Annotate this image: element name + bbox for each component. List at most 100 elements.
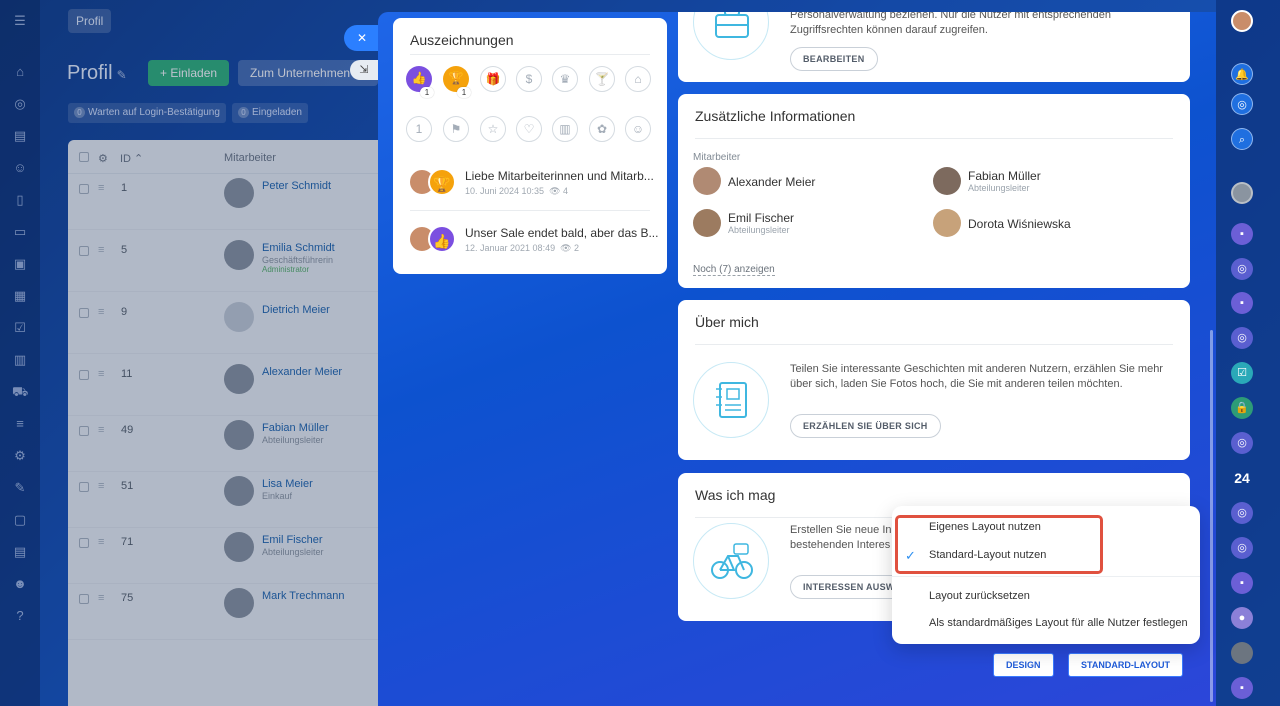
bell-icon[interactable]: 🔔 (1231, 63, 1253, 85)
money-bag-icon[interactable]: $ (516, 66, 542, 92)
employee-name[interactable]: Alexander Meier (262, 366, 342, 378)
edit-pen-icon[interactable]: ✎ (117, 68, 127, 82)
scrollbar[interactable] (1210, 330, 1213, 702)
row-checkbox[interactable] (79, 426, 89, 436)
chat-user-icon[interactable]: ● (1231, 607, 1253, 629)
employee-item[interactable]: Alexander Meier (693, 167, 893, 197)
settings-icon[interactable]: ⚙ (12, 448, 28, 464)
filter-icon[interactable]: ≡ (12, 416, 28, 432)
employee-item[interactable]: Dorota Wiśniewska (933, 209, 1133, 239)
employee-name[interactable]: Fabian Müller (262, 422, 329, 434)
feed-icon[interactable]: ◎ (12, 96, 28, 112)
award-post[interactable]: 🏆 Liebe Mitarbeiterinnen und Mitarb... 1… (408, 164, 668, 204)
cocktail-icon[interactable]: 🍸 (589, 66, 615, 92)
table-row[interactable]: ≡ 49 Fabian Müller Abteilungsleiter (68, 416, 398, 472)
table-row[interactable]: ≡ 51 Lisa Meier Einkauf (68, 472, 398, 528)
cake-icon[interactable]: ⌂ (625, 66, 651, 92)
select-interests-button[interactable]: INTERESSEN AUSW (790, 575, 908, 599)
table-row[interactable]: ≡ 71 Emil Fischer Abteilungsleiter (68, 528, 398, 584)
row-menu-icon[interactable]: ≡ (98, 368, 104, 380)
chat-group-icon[interactable]: ▪ (1231, 292, 1253, 314)
user-avatar[interactable] (1231, 10, 1253, 32)
team-icon[interactable]: ☻ (12, 576, 28, 592)
help-icon[interactable]: ? (12, 608, 28, 624)
employee-name[interactable]: Mark Trechmann (262, 590, 345, 602)
avatar[interactable] (1231, 182, 1253, 204)
filter-invited[interactable]: 0 Eingeladen (231, 103, 308, 123)
chat-copilot-icon[interactable]: ◎ (1231, 327, 1253, 349)
row-menu-icon[interactable]: ≡ (98, 424, 104, 436)
collapse-slider-button[interactable]: ⇲ (350, 60, 378, 80)
employee-name[interactable]: Dorota Wiśniewska (968, 217, 1071, 231)
flag-icon[interactable]: ⚑ (443, 116, 469, 142)
employee-name[interactable]: Lisa Meier (262, 478, 313, 490)
row-menu-icon[interactable]: ≡ (98, 592, 104, 604)
employee-name[interactable]: Emil Fischer (728, 211, 794, 225)
design-button[interactable]: DESIGN (993, 653, 1054, 677)
contacts-icon[interactable]: ☺ (12, 160, 28, 176)
employee-name[interactable]: Dietrich Meier (262, 304, 330, 316)
tasks-chat-icon[interactable]: ☑ (1231, 362, 1253, 384)
analytics-icon[interactable]: ▥ (12, 352, 28, 368)
number-one-icon[interactable]: 1 (406, 116, 432, 142)
flower-icon[interactable]: ✿ (589, 116, 615, 142)
chat-copilot-icon[interactable]: ◎ (1231, 537, 1253, 559)
row-checkbox[interactable] (79, 482, 89, 492)
heart-icon[interactable]: ♡ (516, 116, 542, 142)
select-all-checkbox[interactable] (79, 152, 89, 162)
invite-button[interactable]: + Einladen (148, 60, 230, 86)
chat-copilot-icon[interactable]: ◎ (1231, 502, 1253, 524)
employee-name[interactable]: Peter Schmidt (262, 180, 331, 192)
lock-chat-icon[interactable]: 🔒 (1231, 397, 1253, 419)
employee-item[interactable]: Emil Fischer Abteilungsleiter (693, 209, 893, 239)
employee-item[interactable]: Fabian Müller Abteilungsleiter (933, 167, 1133, 197)
documents-icon[interactable]: ▯ (12, 192, 28, 208)
table-row[interactable]: ≡ 1 Peter Schmidt (68, 174, 398, 230)
row-checkbox[interactable] (79, 246, 89, 256)
box-icon[interactable]: ▢ (12, 512, 28, 528)
row-menu-icon[interactable]: ≡ (98, 536, 104, 548)
column-settings-icon[interactable]: ⚙ (98, 152, 108, 165)
row-menu-icon[interactable]: ≡ (98, 182, 104, 194)
cart-icon[interactable]: ⛟ (12, 384, 28, 400)
post-title[interactable]: Unser Sale endet bald, aber das B... (465, 226, 661, 240)
row-menu-icon[interactable]: ≡ (98, 306, 104, 318)
table-row[interactable]: ≡ 9 Dietrich Meier (68, 298, 398, 354)
employee-name[interactable]: Alexander Meier (728, 175, 815, 189)
search-chat-icon[interactable]: ⌕ (1231, 128, 1253, 150)
profile-tab[interactable]: Profil (68, 9, 112, 33)
chat-group-icon[interactable]: ▪ (1231, 677, 1253, 699)
crown-icon[interactable]: ♛ (552, 66, 578, 92)
award-post[interactable]: 👍 Unser Sale endet bald, aber das B... 1… (408, 221, 668, 261)
menu-item-reset-layout[interactable]: Layout zurücksetzen (929, 590, 1030, 602)
star-icon[interactable]: ☆ (480, 116, 506, 142)
row-checkbox[interactable] (79, 594, 89, 604)
show-more-link[interactable]: Noch (7) anzeigen (693, 264, 775, 276)
menu-icon[interactable]: ☰ (12, 13, 28, 29)
column-employee[interactable]: Mitarbeiter (224, 152, 276, 164)
table-row[interactable]: ≡ 75 Mark Trechmann (68, 584, 398, 640)
tell-about-yourself-button[interactable]: ERZÄHLEN SIE ÜBER SICH (790, 414, 941, 438)
row-menu-icon[interactable]: ≡ (98, 480, 104, 492)
chat-group-icon[interactable]: ▪ (1231, 223, 1253, 245)
drive-icon[interactable]: ▭ (12, 224, 28, 240)
copilot-icon[interactable]: ◎ (1231, 93, 1253, 115)
table-row[interactable]: ≡ 5 Emilia Schmidt Geschäftsführerin Adminis… (68, 236, 398, 292)
chat-copilot-icon[interactable]: ◎ (1231, 258, 1253, 280)
table-row[interactable]: ≡ 11 Alexander Meier (68, 360, 398, 416)
chat-icon[interactable]: ▣ (12, 256, 28, 272)
row-checkbox[interactable] (79, 184, 89, 194)
counter-badge[interactable]: 24 (1231, 467, 1253, 489)
beer-icon[interactable]: ▥ (552, 116, 578, 142)
id-card-icon[interactable]: ▤ (12, 544, 28, 560)
employee-name[interactable]: Emilia Schmidt (262, 242, 335, 254)
chat-group-icon[interactable]: ▪ (1231, 572, 1253, 594)
row-checkbox[interactable] (79, 370, 89, 380)
row-checkbox[interactable] (79, 308, 89, 318)
filter-awaiting-login[interactable]: 0 Warten auf Login-Bestätigung (68, 103, 226, 123)
calendar-icon[interactable]: ▦ (12, 288, 28, 304)
menu-item-set-default-layout[interactable]: Als standardmäßiges Layout für alle Nutz… (929, 617, 1188, 629)
post-title[interactable]: Liebe Mitarbeiterinnen und Mitarb... (465, 169, 661, 183)
tasks-icon[interactable]: ▤ (12, 128, 28, 144)
edit-button[interactable]: BEARBEITEN (790, 47, 878, 71)
